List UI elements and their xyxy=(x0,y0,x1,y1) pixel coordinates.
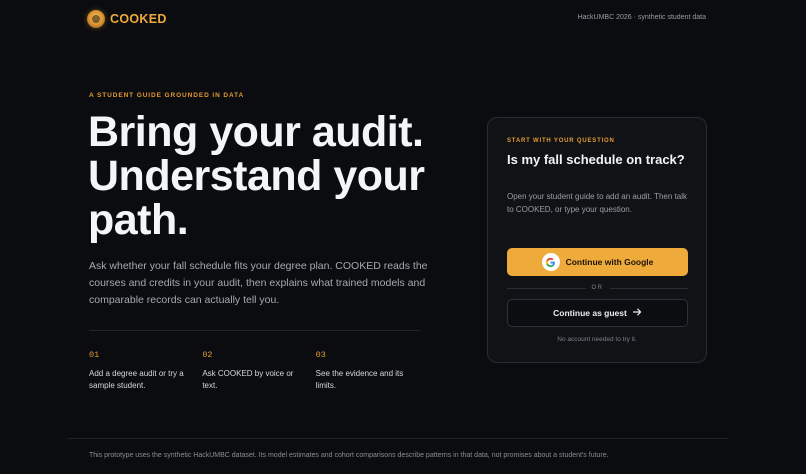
step-number: 03 xyxy=(315,350,326,360)
step-text: Add a degree audit or try a sample stude… xyxy=(89,369,184,390)
step-text: See the evidence and its limits. xyxy=(315,369,404,390)
hero-headline: Bring your audit. Understand your path. xyxy=(88,108,425,244)
step-number: 02 xyxy=(202,350,213,360)
footer-divider xyxy=(67,438,729,439)
step-item: 01 Add a degree audit or try a sample st… xyxy=(89,350,202,392)
card-title: Is my fall schedule on track? xyxy=(507,152,685,167)
section-divider xyxy=(89,330,420,331)
arrow-right-icon xyxy=(632,308,642,318)
brand-name: COOKED xyxy=(110,12,167,26)
guest-button-label: Continue as guest xyxy=(553,308,627,318)
hero-eyebrow: A STUDENT GUIDE GROUNDED IN DATA xyxy=(89,92,245,99)
or-label: OR xyxy=(591,285,604,291)
chef-logo-icon xyxy=(87,10,105,28)
card-note: No account needed to try it. xyxy=(557,336,637,343)
google-g-icon xyxy=(541,253,560,271)
separator-line xyxy=(609,287,688,289)
separator-line xyxy=(507,287,586,289)
header-meta-text: HackUMBC 2026 · synthetic student data xyxy=(577,14,706,21)
sign-in-card: START WITH YOUR QUESTION Is my fall sche… xyxy=(487,117,707,363)
footer-disclaimer: This prototype uses the synthetic HackUM… xyxy=(89,452,609,459)
step-item: 02 Ask COOKED by voice or text. xyxy=(202,350,315,392)
step-number: 01 xyxy=(89,350,100,360)
step-item: 03 See the evidence and its limits. xyxy=(316,350,429,392)
google-button-label: Continue with Google xyxy=(565,257,654,267)
step-text: Ask COOKED by voice or text. xyxy=(202,369,294,390)
steps-list: 01 Add a degree audit or try a sample st… xyxy=(89,350,429,392)
brand-logo[interactable]: COOKED xyxy=(87,10,167,28)
hero-description: Ask whether your fall schedule fits your… xyxy=(89,260,428,306)
card-eyebrow: START WITH YOUR QUESTION xyxy=(507,138,615,144)
continue-with-google-button[interactable]: Continue with Google xyxy=(507,248,688,276)
card-description: Open your student guide to add an audit.… xyxy=(507,192,687,214)
top-bar: COOKED HackUMBC 2026 · synthetic student… xyxy=(0,0,806,38)
continue-as-guest-button[interactable]: Continue as guest xyxy=(507,299,688,327)
or-separator: OR xyxy=(507,283,688,293)
